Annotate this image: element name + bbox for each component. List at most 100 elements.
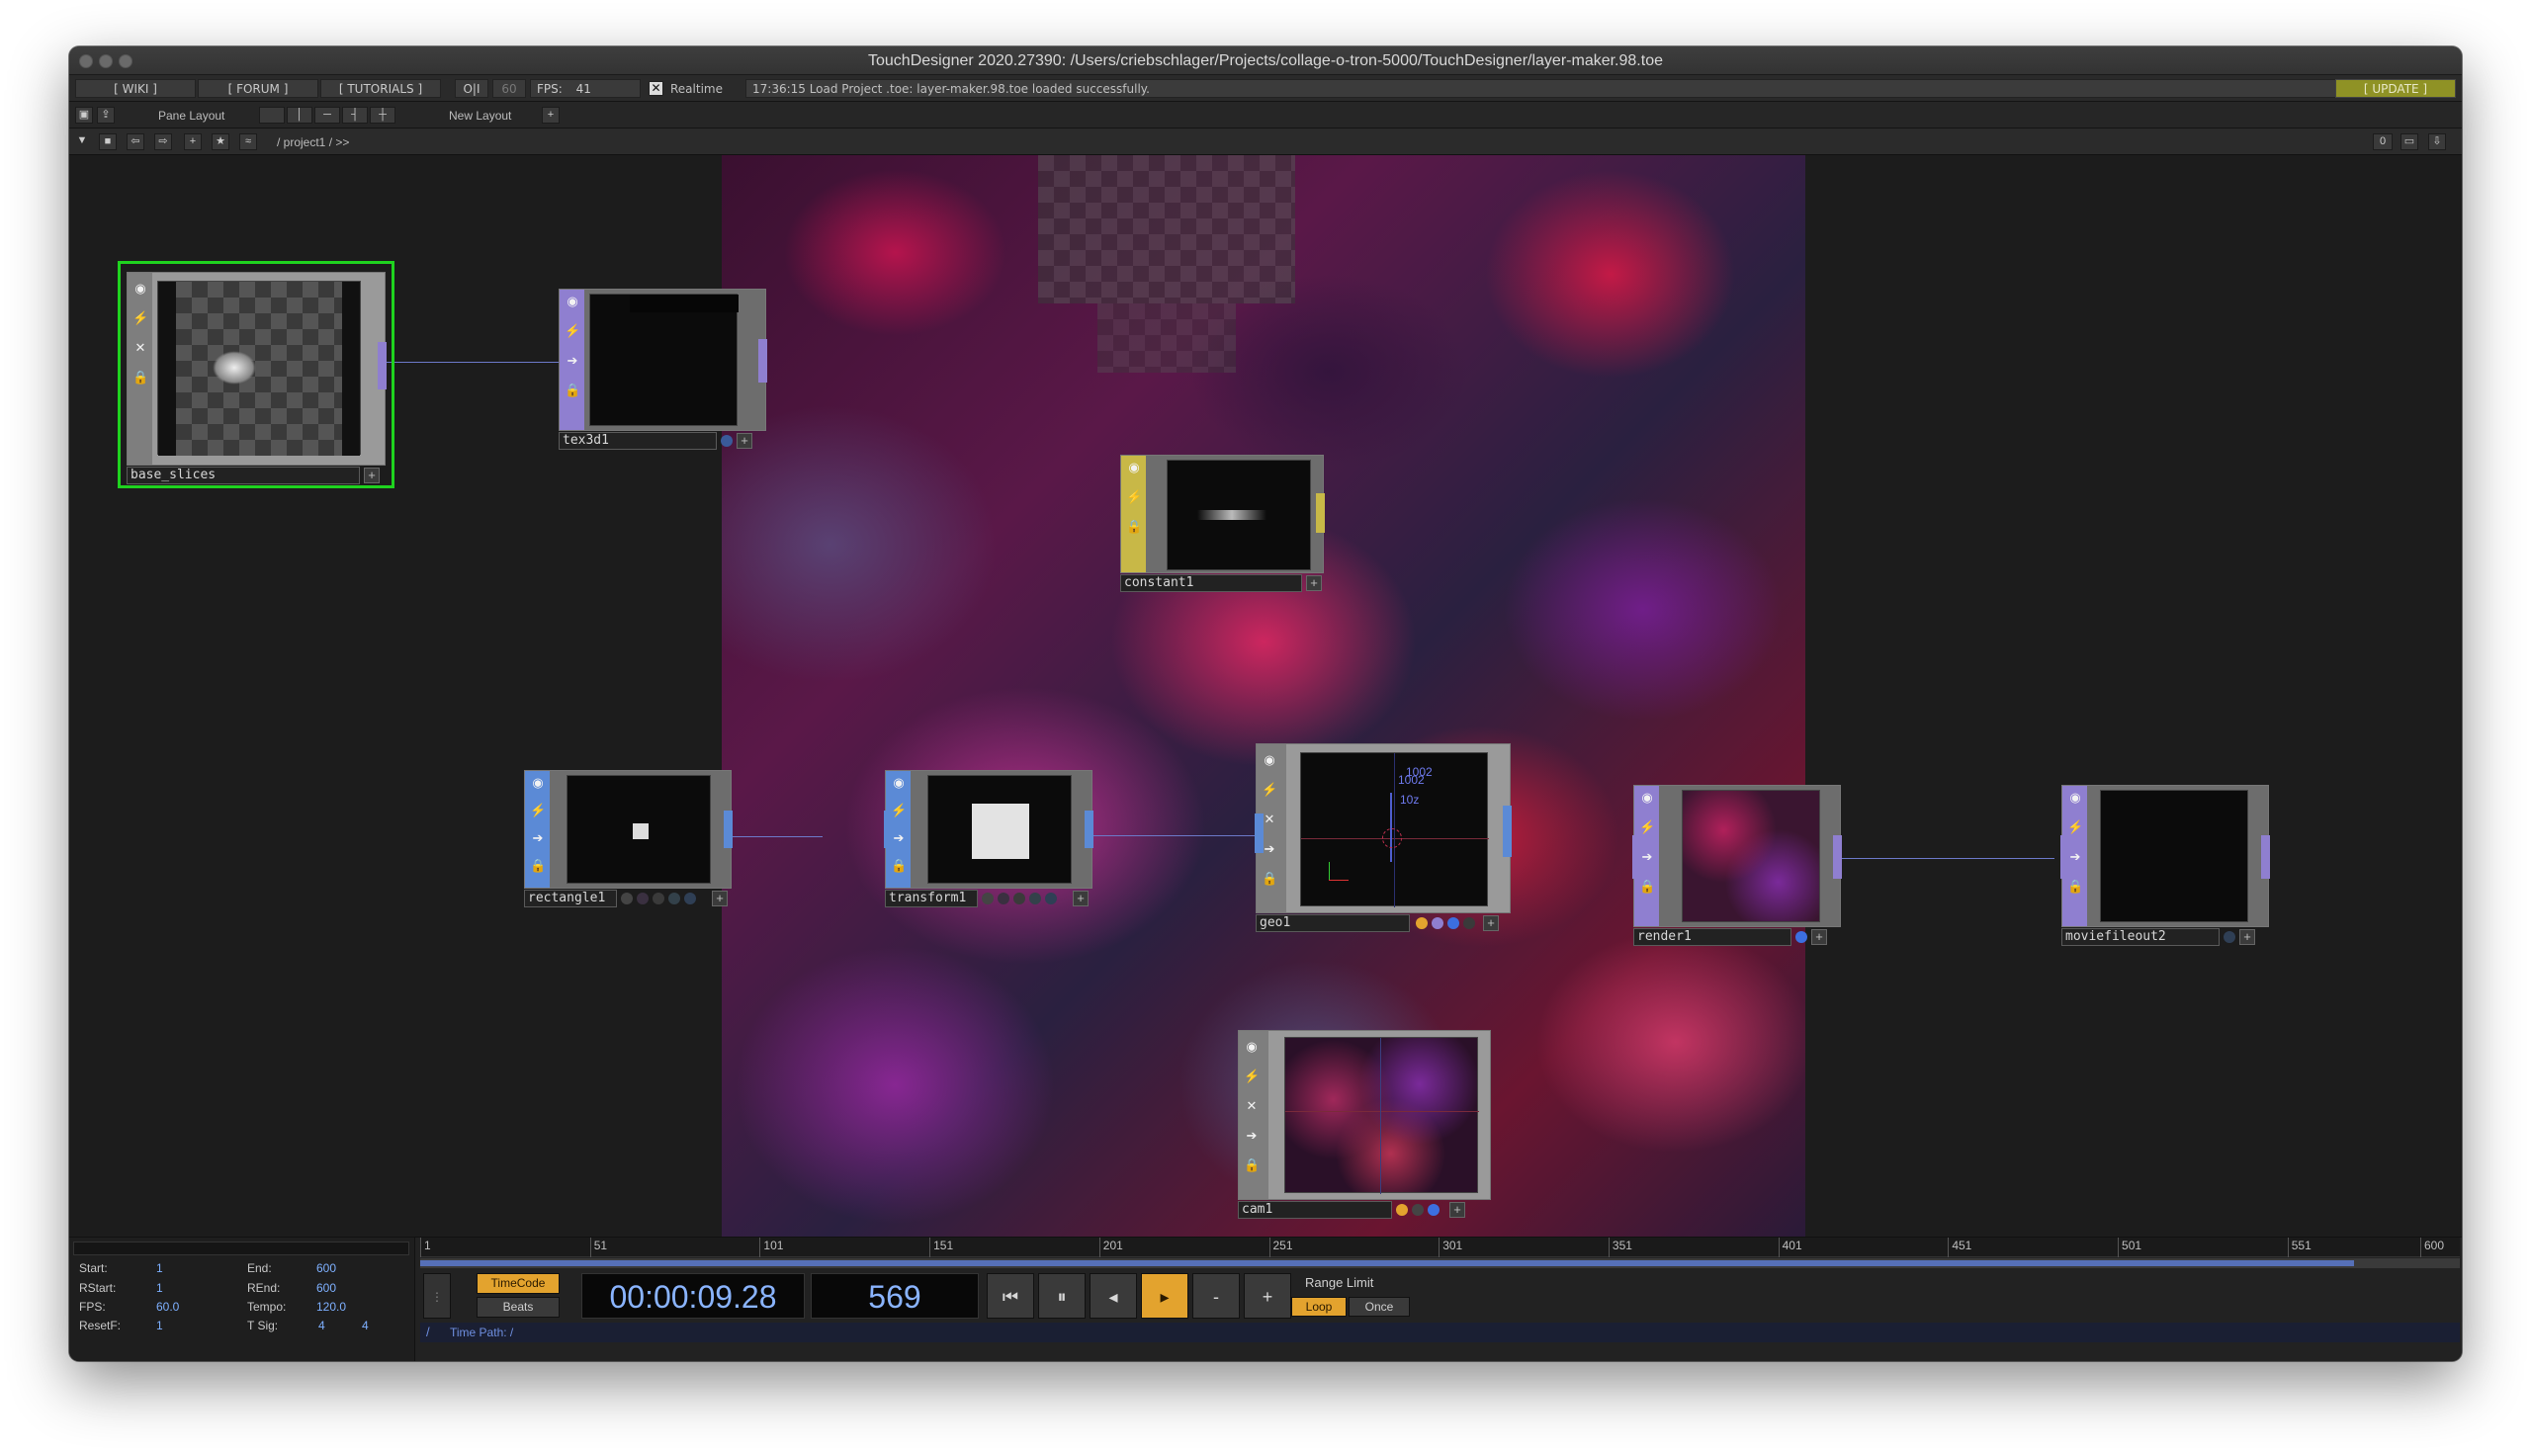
flag-dot[interactable] — [1412, 1204, 1424, 1216]
resetf-value[interactable]: 1 — [156, 1319, 163, 1332]
node-tex3d1[interactable]: ◉ ⚡ ➔ 🔒 tex3d1 + — [559, 289, 768, 450]
rend-value[interactable]: 600 — [316, 1281, 336, 1295]
node-name[interactable]: cam1 — [1238, 1201, 1392, 1219]
display-flag[interactable] — [1795, 931, 1807, 943]
lock-icon[interactable]: 🔒 — [1126, 519, 1142, 535]
lock-icon[interactable]: 🔒 — [530, 858, 546, 874]
tsig-numerator[interactable]: 4 — [318, 1319, 325, 1332]
arrow-right-icon[interactable]: ➔ — [2067, 849, 2083, 865]
frame-display[interactable]: 569 — [811, 1273, 979, 1319]
output-connector[interactable] — [378, 342, 387, 389]
cook-toggle-icon[interactable]: ⚡ — [565, 323, 580, 339]
cook-toggle-icon[interactable]: ⚡ — [132, 310, 148, 326]
close-window-button[interactable] — [79, 54, 93, 68]
display-flag[interactable] — [721, 435, 733, 447]
network-path[interactable]: / project1 / >> — [277, 135, 349, 149]
fps-value[interactable]: 60.0 — [156, 1300, 179, 1314]
node-transform1[interactable]: ◉ ⚡ ➔ 🔒 transform1 + — [884, 770, 1094, 928]
cook-toggle-icon[interactable]: ⚡ — [891, 803, 907, 818]
display-flag[interactable] — [1428, 1204, 1440, 1216]
step-back-button[interactable]: ◂ — [1090, 1273, 1137, 1319]
node-add-button[interactable]: + — [1073, 891, 1089, 906]
timecode-display[interactable]: 00:00:09.28 — [581, 1273, 805, 1319]
lock-icon[interactable]: 🔒 — [1244, 1157, 1260, 1173]
node-name[interactable]: tex3d1 — [559, 432, 717, 450]
node-name[interactable]: geo1 — [1256, 914, 1410, 932]
output-connector[interactable] — [2261, 835, 2270, 879]
viewer-toggle-icon[interactable]: ◉ — [1262, 752, 1277, 768]
tutorials-button[interactable]: [ TUTORIALS ] — [320, 79, 441, 98]
flag-dot[interactable] — [653, 893, 664, 904]
node-add-button[interactable]: + — [737, 433, 752, 449]
viewer-toggle-icon[interactable]: ◉ — [565, 294, 580, 309]
rstart-value[interactable]: 1 — [156, 1281, 163, 1295]
arrow-right-icon[interactable]: ➔ — [1244, 1128, 1260, 1144]
output-connector[interactable] — [1503, 806, 1512, 857]
wire-rectangle-to-transform[interactable] — [728, 836, 823, 837]
bypass-x-icon[interactable]: ✕ — [132, 340, 148, 356]
beats-mode-button[interactable]: Beats — [477, 1297, 560, 1318]
node-rectangle1[interactable]: ◉ ⚡ ➔ 🔒 rectangle1 + — [524, 770, 734, 928]
node-name[interactable]: render1 — [1633, 928, 1791, 946]
pane-type-icon[interactable]: ■ — [99, 133, 117, 150]
node-name[interactable]: moviefileout2 — [2061, 928, 2220, 946]
wire-base-to-tex3d[interactable] — [384, 362, 560, 363]
zoom-window-button[interactable] — [119, 54, 132, 68]
layout-split-horizontal-icon[interactable]: ─ — [314, 107, 340, 124]
forum-button[interactable]: [ FORUM ] — [198, 79, 318, 98]
node-cam1[interactable]: ◉ ⚡ ✕ ➔ 🔒 cam1 + — [1238, 1030, 1497, 1228]
lock-icon[interactable]: 🔒 — [891, 858, 907, 874]
path-mode-icon[interactable]: ≈ — [239, 133, 257, 150]
end-value[interactable]: 600 — [316, 1261, 336, 1275]
tempo-value[interactable]: 120.0 — [316, 1300, 346, 1314]
instance-flag[interactable] — [1432, 917, 1443, 929]
viewer-toggle-icon[interactable]: ◉ — [530, 775, 546, 791]
update-button[interactable]: [ UPDATE ] — [2335, 79, 2456, 98]
lock-icon[interactable]: 🔒 — [565, 383, 580, 398]
arrow-right-icon[interactable]: ➔ — [565, 353, 580, 369]
timeline-ruler[interactable]: 1 51 101 151 201 251 301 351 401 451 501 551 600 — [420, 1238, 2460, 1257]
node-base-slices[interactable]: ◉ ⚡ ✕ 🔒 base_slices + — [118, 261, 394, 488]
node-name[interactable]: rectangle1 — [524, 890, 617, 907]
cook-toggle-icon[interactable]: ⚡ — [530, 803, 546, 818]
display-flag[interactable] — [1447, 917, 1459, 929]
output-connector[interactable] — [1316, 493, 1325, 533]
output-connector[interactable] — [758, 339, 767, 383]
render-flag[interactable] — [1396, 1204, 1408, 1216]
rewind-button[interactable]: ⏮ — [987, 1273, 1034, 1319]
lock-icon[interactable]: 🔒 — [132, 370, 148, 385]
node-add-button[interactable]: + — [1483, 915, 1499, 931]
loop-button[interactable]: Loop — [1291, 1297, 1347, 1317]
viewer-toggle-icon[interactable]: ◉ — [1126, 460, 1142, 475]
input-connector[interactable] — [2060, 835, 2069, 879]
flag-dot[interactable] — [1013, 893, 1025, 904]
pause-button[interactable]: ⏸ — [1038, 1273, 1086, 1319]
node-add-button[interactable]: + — [1449, 1202, 1465, 1218]
flag-dot[interactable] — [982, 893, 994, 904]
arrow-right-icon[interactable]: ➔ — [1639, 849, 1655, 865]
forward-arrow-icon[interactable]: ⇨ — [154, 133, 172, 150]
node-name[interactable]: base_slices — [127, 467, 360, 484]
viewer-toggle-icon[interactable]: ◉ — [2067, 790, 2083, 806]
lock-icon[interactable]: 🔒 — [1262, 871, 1277, 887]
flag-dot[interactable] — [684, 893, 696, 904]
flag-dot[interactable] — [1045, 893, 1057, 904]
viewer-toggle-icon[interactable]: ◉ — [1639, 790, 1655, 806]
node-add-button[interactable]: + — [364, 468, 380, 483]
output-connector[interactable] — [1085, 811, 1093, 848]
fps-cap-field[interactable]: 60 — [492, 79, 526, 98]
output-connector[interactable] — [724, 811, 733, 848]
flag-dot[interactable] — [1029, 893, 1041, 904]
node-add-button[interactable]: + — [2239, 929, 2255, 945]
step-minus-button[interactable]: - — [1192, 1273, 1240, 1319]
node-add-button[interactable]: + — [1811, 929, 1827, 945]
layout-single-icon[interactable] — [259, 107, 285, 124]
back-arrow-icon[interactable]: ⇦ — [127, 133, 144, 150]
bypass-x-icon[interactable]: ✕ — [1262, 812, 1277, 827]
once-button[interactable]: Once — [1349, 1297, 1410, 1317]
step-plus-button[interactable]: + — [1244, 1273, 1291, 1319]
lock-icon[interactable]: 🔒 — [2067, 879, 2083, 895]
node-add-button[interactable]: + — [712, 891, 728, 906]
layout-split-vertical-icon[interactable]: │ — [287, 107, 312, 124]
arrow-right-icon[interactable]: ➔ — [1262, 841, 1277, 857]
